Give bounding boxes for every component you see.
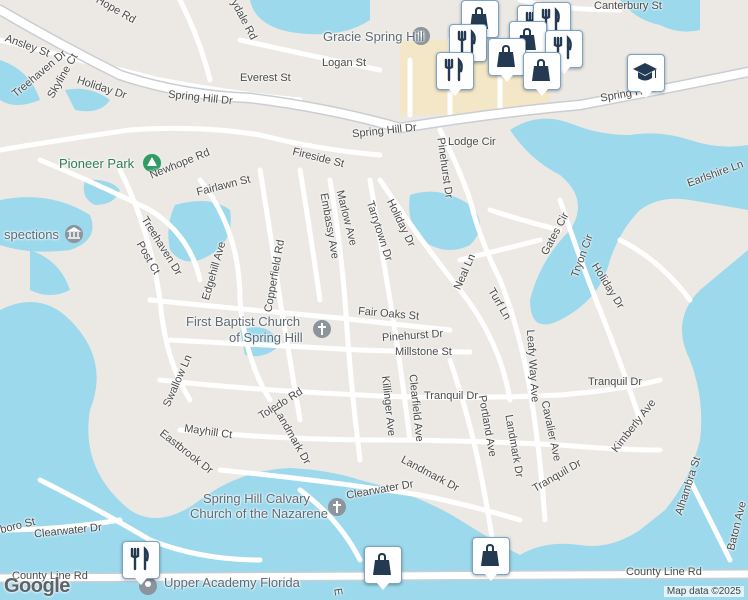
place-label-gracie-spring-hill[interactable]: Gracie Spring Hill: [323, 29, 424, 44]
map-attribution[interactable]: Map data ©2025: [663, 586, 744, 597]
place-label-upper-academy-florida[interactable]: Upper Academy Florida: [164, 575, 300, 590]
restaurant-icon[interactable]: [436, 52, 474, 96]
street-label: County Line Rd: [626, 566, 702, 578]
shopping-bag-icon[interactable]: [472, 537, 510, 581]
street-label: Logan St: [322, 57, 367, 69]
street-label: Millstone St: [395, 346, 452, 358]
street-label: Everest St: [240, 72, 291, 84]
shopping-bag-icon[interactable]: [364, 546, 402, 590]
place-label-first-baptist-church[interactable]: First Baptist Church: [186, 314, 300, 329]
place-label-spring-hill-calvary[interactable]: Spring Hill Calvary: [203, 491, 310, 506]
street-label: Canterbury St: [594, 0, 662, 12]
place-label-inspections[interactable]: spections: [4, 227, 59, 242]
place-label-church-of-the-nazarene[interactable]: Church of the Nazarene: [190, 506, 328, 521]
shopping-bag-icon[interactable]: [523, 52, 561, 96]
street-label: Tranquil Dr: [424, 390, 478, 402]
place-label-of-spring-hill[interactable]: of Spring Hill: [229, 330, 303, 345]
street-label: Lodge Cir: [448, 136, 496, 148]
church-icon[interactable]: [313, 320, 331, 338]
restaurant-icon[interactable]: [122, 541, 160, 585]
graduation-cap-icon[interactable]: [627, 54, 665, 98]
map-canvas[interactable]: Gracie Spring Hill Pioneer Park spection…: [0, 0, 748, 600]
google-logo[interactable]: Google: [4, 575, 70, 598]
church-icon[interactable]: [328, 498, 346, 516]
place-label-pioneer-park[interactable]: Pioneer Park: [59, 156, 134, 171]
street-label: Tranquil Dr: [588, 376, 642, 388]
shopping-bag-icon[interactable]: [488, 38, 526, 82]
government-building-icon[interactable]: [65, 225, 83, 243]
